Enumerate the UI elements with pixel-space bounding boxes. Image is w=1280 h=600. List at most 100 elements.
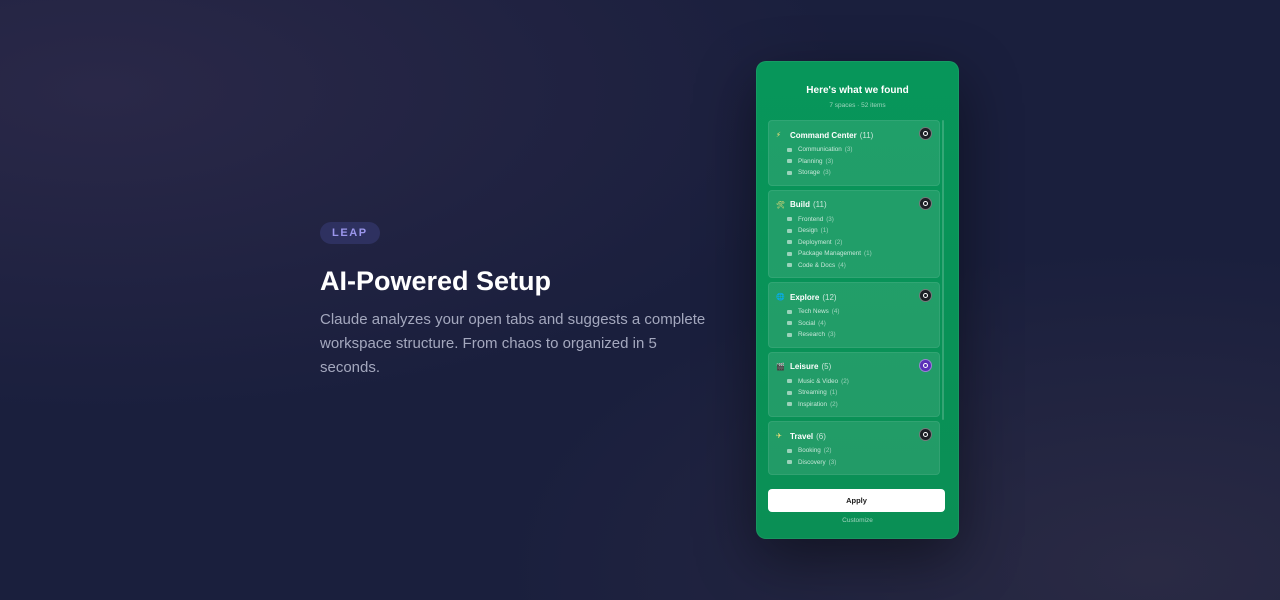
folder-item[interactable]: Social (4) [787,318,931,330]
folder-icon [787,332,792,337]
folder-item[interactable]: Streaming (1) [787,387,931,399]
folder-item[interactable]: Design (1) [787,225,931,237]
space-card[interactable]: 🛠 Build (11) Frontend (3) Design (1) Deployment… [768,189,940,278]
folder-count: (4) [838,261,846,269]
setup-preview-panel: Here's what we found 7 spaces · 52 items… [756,61,959,539]
folder-name: Deployment [798,238,832,246]
folder-name: Streaming [798,389,827,397]
folder-icon [787,402,792,407]
folder-count: (4) [831,308,840,316]
folder-icon [787,390,792,395]
folder-icon [787,217,792,222]
folder-icon [787,147,792,152]
folder-count: (2) [830,400,838,408]
space-options-icon[interactable] [919,196,932,210]
folder-count: (3) [826,215,834,223]
folder-item[interactable]: Planning (3) [787,156,931,168]
space-header: 🌐 Explore (12) [776,292,931,302]
folder-name: Design [798,227,818,235]
circle-icon [923,432,928,437]
space-list[interactable]: ⚡ Command Center (11) Communication (3) Plann… [768,120,940,479]
space-count: (12) [822,292,837,302]
space-count: (11) [813,200,827,209]
page-description: Claude analyzes your open tabs and sugge… [320,311,706,376]
circle-icon [923,362,928,368]
circle-icon [923,293,928,298]
folder-count: (4) [818,319,826,327]
folder-icon [787,321,792,326]
space-card[interactable]: ⚡ Command Center (11) Communication (3) Plann… [768,120,940,186]
circle-icon [923,131,928,136]
folder-item[interactable]: Music & Video (2) [787,376,931,388]
space-name: Leisure [790,362,819,371]
folder-item[interactable]: Package Management (1) [787,248,931,260]
folder-name: Communication [798,146,842,154]
space-options-icon[interactable] [919,127,932,140]
folder-icon [787,379,792,384]
folder-item[interactable]: Inspiration (2) [787,399,931,411]
panel-title: Here's what we found [806,85,909,96]
folder-count: (3) [823,169,831,177]
folder-icon [787,240,792,245]
folder-icon [787,448,792,453]
space-card[interactable]: 🎬 Leisure (5) Music & Video (2) Streaming (1) I… [768,351,940,417]
space-emoji-icon: ⚡ [776,132,781,139]
space-emoji-icon: 🛠 [776,201,785,209]
folder-item[interactable]: Deployment (2) [787,237,931,249]
leap-tag: LEAP [320,222,380,244]
folder-item[interactable]: Discovery (3) [787,457,931,469]
folder-icon [787,309,792,314]
space-name: Build [790,200,810,209]
space-name: Travel [790,431,814,441]
folder-item[interactable]: Storage (3) [787,167,931,179]
folder-icon [787,460,792,465]
folder-item[interactable]: Booking (2) [787,445,931,457]
folder-name: Frontend [798,215,824,223]
folder-list: Frontend (3) Design (1) Deployment (2) Package… [776,214,931,272]
folder-item[interactable]: Research (3) [787,329,931,341]
folder-count: (1) [829,389,838,397]
space-card[interactable]: 🌐 Explore (12) Tech News (4) Social (4) Researc… [768,282,940,348]
space-header: ⚡ Command Center (11) [776,130,931,140]
folder-icon [787,170,792,175]
space-emoji-icon: ✈ [776,433,782,440]
folder-icon [787,263,792,268]
folder-item[interactable]: Frontend (3) [787,214,931,226]
panel-subtitle: 7 spaces · 52 items [829,102,886,109]
folder-count: (2) [834,238,843,246]
folder-list: Booking (2) Discovery (3) [776,445,931,468]
folder-name: Social [798,319,816,327]
folder-icon [787,251,792,256]
hero-section: LEAP AI-Powered Setup Claude analyzes yo… [320,222,710,380]
space-options-icon[interactable] [919,289,932,302]
folder-name: Storage [798,169,821,177]
folder-count: (2) [841,377,849,385]
folder-count: (2) [823,447,832,455]
folder-count: (3) [844,146,853,154]
space-card[interactable]: ✈ Travel (6) Booking (2) Discovery (3) [768,421,940,475]
folder-count: (3) [825,157,834,165]
folder-name: Booking [798,447,821,455]
folder-icon [787,159,792,164]
circle-icon [923,200,928,206]
space-options-icon[interactable] [919,358,932,372]
space-emoji-icon: 🌐 [776,294,785,301]
space-header: 🎬 Leisure (5) [776,362,931,372]
folder-count: (1) [820,227,829,235]
folder-list: Music & Video (2) Streaming (1) Inspiration(… [776,376,931,411]
folder-name: Tech News [798,308,829,316]
space-options-icon[interactable] [919,428,932,441]
folder-list: Communication (3) Planning (3) Storage (3) [776,144,931,179]
folder-name: Music & Video [798,377,839,385]
folder-item[interactable]: Tech News (4) [787,306,931,318]
folder-name: Package Management [798,250,862,258]
folder-count: (3) [828,458,837,466]
scrollbar[interactable] [942,120,944,420]
folder-item[interactable]: Communication (3) [787,144,931,156]
folder-item[interactable]: Code & Docs (4) [787,260,931,272]
space-name: Explore [790,292,820,302]
folder-list: Tech News (4) Social (4) Research (3) [776,306,931,341]
customize-link[interactable]: Customize [756,517,959,524]
apply-button[interactable]: Apply [768,489,945,512]
page-title: AI-Powered Setup [320,266,552,296]
